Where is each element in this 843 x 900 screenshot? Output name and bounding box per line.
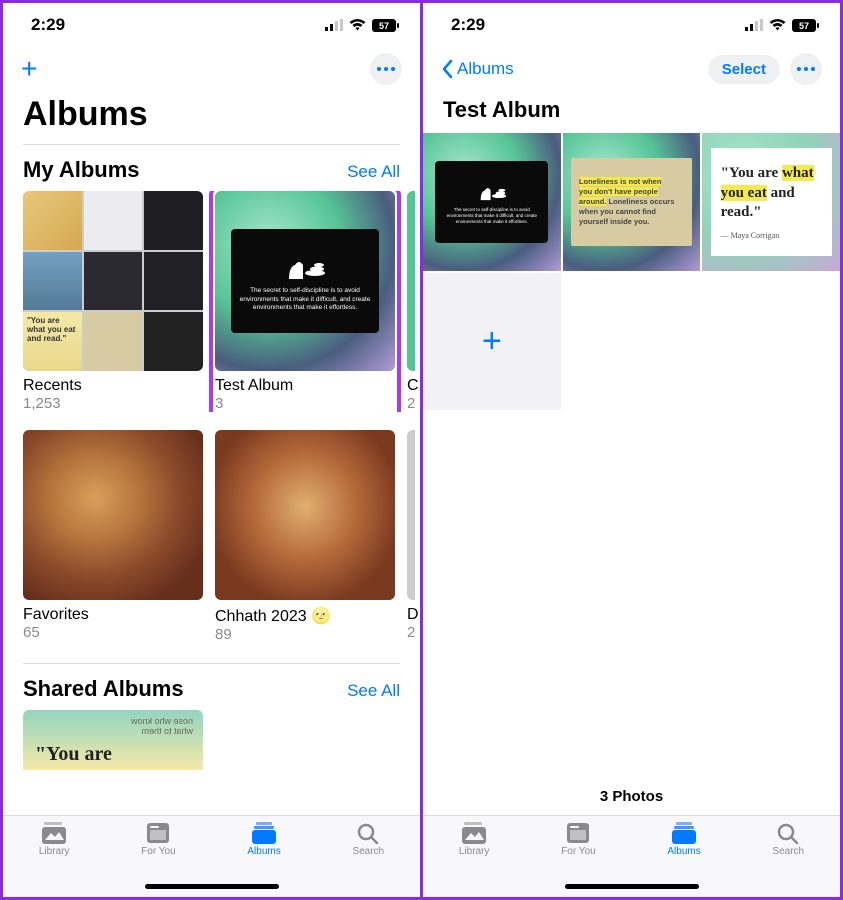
album-count: 2	[407, 395, 415, 412]
status-indicators: 57	[325, 19, 400, 32]
albums-icon	[671, 822, 697, 844]
status-bar: 2:29 57	[3, 3, 420, 47]
wifi-icon	[349, 19, 366, 31]
tab-bar: Library For You Albums Search	[423, 815, 840, 897]
album-chhath[interactable]: Chhath 2023 🌝 89	[215, 430, 395, 643]
album-test-album[interactable]: The secret to self-discipline is to avoi…	[215, 191, 395, 412]
add-album-button[interactable]: +	[21, 53, 37, 85]
ellipsis-icon	[797, 67, 815, 71]
nav-bar: Albums Select	[423, 47, 840, 91]
add-photo-button[interactable]: +	[423, 273, 561, 411]
nav-bar: +	[3, 47, 420, 91]
tab-library[interactable]: Library	[459, 822, 490, 897]
search-icon	[775, 822, 801, 844]
ellipsis-icon	[377, 67, 395, 71]
album-title: Test Album	[423, 91, 840, 133]
clock: 2:29	[31, 15, 65, 35]
svg-text:57: 57	[379, 21, 389, 31]
phone-right-album-detail: 2:29 57 Albums Select Test Album The sec…	[423, 3, 840, 897]
photo-grid: The secret to self-discipline is to avoi…	[423, 133, 840, 410]
album-name: Recents	[23, 377, 203, 395]
see-all-shared[interactable]: See All	[347, 681, 400, 701]
cellular-icon	[745, 19, 763, 31]
for-you-icon	[565, 822, 591, 844]
album-count: 2	[407, 624, 415, 641]
shared-quote-text: "You are	[35, 743, 112, 766]
cellular-icon	[325, 19, 343, 31]
album-peek[interactable]: C 2	[407, 191, 415, 412]
status-indicators: 57	[745, 19, 820, 32]
album-recents[interactable]: "You arewhat you eatand read." Recents 1…	[23, 191, 203, 412]
tab-search[interactable]: Search	[772, 822, 804, 897]
my-albums-row-2[interactable]: Favorites 65 Chhath 2023 🌝 89 D 2	[3, 430, 420, 643]
search-icon	[355, 822, 381, 844]
photo-attribution: — Maya Corrigan	[721, 231, 822, 240]
shared-album-peek[interactable]: nose who knowwhat to them "You are	[23, 710, 203, 770]
page-title: Albums	[3, 91, 420, 144]
album-name: D	[407, 606, 415, 624]
photo-1[interactable]: The secret to self-discipline is to avoi…	[423, 133, 561, 271]
battery-icon: 57	[372, 19, 400, 32]
svg-text:57: 57	[799, 21, 809, 31]
album-name: C	[407, 377, 415, 395]
album-count: 1,253	[23, 395, 203, 412]
tab-search[interactable]: Search	[352, 822, 384, 897]
album-count: 89	[215, 626, 395, 643]
phone-left-albums-list: 2:29 57 + Albums My Albums See All "You …	[3, 3, 420, 897]
photo-count: 3 Photos	[423, 774, 840, 811]
albums-icon	[251, 822, 277, 844]
album-name: Chhath 2023 🌝	[215, 606, 395, 626]
photo-3[interactable]: "You are what you eat and read." — Maya …	[702, 133, 840, 271]
more-button[interactable]	[790, 53, 822, 85]
wifi-icon	[769, 19, 786, 31]
battery-icon: 57	[792, 19, 820, 32]
album-name: Favorites	[23, 606, 203, 624]
select-button[interactable]: Select	[708, 55, 780, 84]
see-all-my-albums[interactable]: See All	[347, 162, 400, 182]
library-icon	[461, 822, 487, 844]
my-albums-row-1[interactable]: "You arewhat you eatand read." Recents 1…	[3, 191, 420, 412]
photo-caption: The secret to self-discipline is to avoi…	[443, 207, 540, 225]
more-button[interactable]	[370, 53, 402, 85]
my-albums-header: My Albums	[23, 157, 140, 183]
home-indicator[interactable]	[145, 884, 279, 889]
library-icon	[41, 822, 67, 844]
album-count: 65	[23, 624, 203, 641]
tab-bar: Library For You Albums Search	[3, 815, 420, 897]
chevron-left-icon	[441, 59, 453, 79]
album-favorites[interactable]: Favorites 65	[23, 430, 203, 643]
status-bar: 2:29 57	[423, 3, 840, 47]
plus-icon: +	[482, 322, 502, 361]
tab-library[interactable]: Library	[39, 822, 70, 897]
clock: 2:29	[451, 15, 485, 35]
photo-2[interactable]: Loneliness is not whenyou don't have peo…	[563, 133, 701, 271]
album-peek-2[interactable]: D 2	[407, 430, 415, 643]
home-indicator[interactable]	[565, 884, 699, 889]
for-you-icon	[145, 822, 171, 844]
content-scroll[interactable]: My Albums See All "You arewhat you eatan…	[3, 144, 420, 897]
back-button[interactable]: Albums	[441, 59, 514, 79]
shared-albums-header: Shared Albums	[23, 676, 184, 702]
